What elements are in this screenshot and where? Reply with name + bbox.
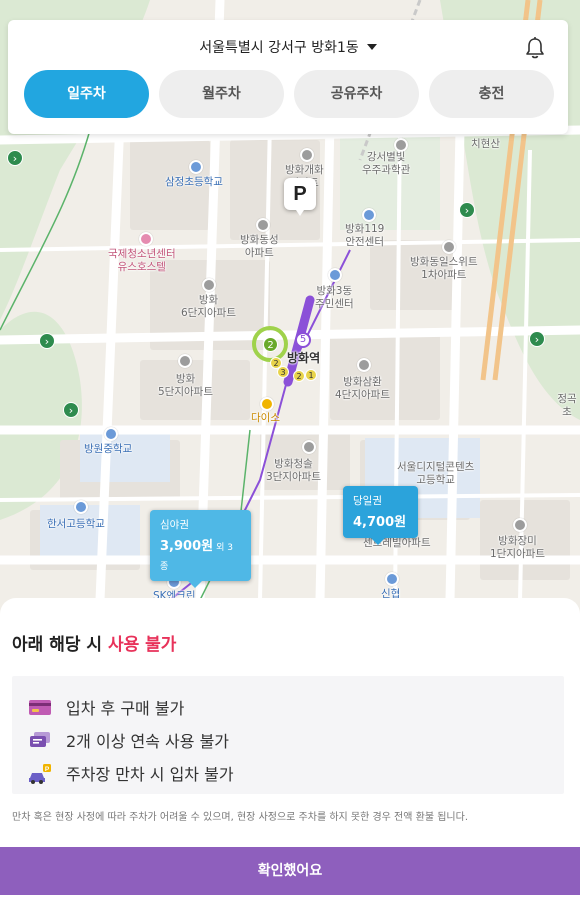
tab-shared-parking[interactable]: 공유주차 <box>294 70 419 118</box>
direction-arrow-icon: › <box>7 150 23 166</box>
rule-item: 입차 후 구매 불가 <box>28 690 564 723</box>
map-label: 방화장미 1단지아파트 <box>490 535 545 560</box>
apartment-icon <box>202 278 216 292</box>
map-label: 정곡초 <box>557 393 577 418</box>
sheet-title-highlight: 사용 불가 <box>107 635 177 655</box>
map-label: 방화동일스위트 1차아파트 <box>410 256 478 281</box>
price-marker-price: 4,700원 <box>353 515 407 530</box>
full-parking-car-icon: P <box>28 763 52 784</box>
direction-arrow-icon: › <box>63 402 79 418</box>
price-marker-price: 3,900원 <box>160 539 214 554</box>
direction-arrow-icon: › <box>39 333 55 349</box>
map-label: 국제청소년센터 유스호스텔 <box>108 248 176 273</box>
rule-text: 입차 후 구매 불가 <box>66 698 185 718</box>
rule-text: 2개 이상 연속 사용 불가 <box>66 731 230 751</box>
location-selector[interactable]: 서울특별시 강서구 방화1동 <box>8 37 568 57</box>
apartment-icon <box>300 148 314 162</box>
tab-charging[interactable]: 충전 <box>429 70 554 118</box>
line5-station-badge: 5 <box>295 332 311 348</box>
price-marker-type: 당일권 <box>353 495 382 507</box>
museum-icon <box>394 138 408 152</box>
apartment-icon <box>357 358 371 372</box>
confirm-button[interactable]: 확인했어요 <box>0 847 580 895</box>
school-icon <box>189 160 203 174</box>
tab-daily-parking[interactable]: 일주차 <box>24 70 149 118</box>
bank-icon <box>385 572 399 586</box>
price-marker-night[interactable]: 심야권 3,900원 외 3종 <box>150 510 251 588</box>
rule-text: 주차장 만차 시 입차 불가 <box>66 764 234 784</box>
school-icon <box>74 500 88 514</box>
sheet-title-prefix: 아래 해당 시 <box>12 635 103 655</box>
tickets-icon <box>28 731 52 749</box>
school-icon <box>104 427 118 441</box>
fire-station-icon <box>362 208 376 222</box>
map-label: 방화청솔 3단지아파트 <box>266 458 321 483</box>
refund-note: 만차 혹은 현장 사정에 따라 주차가 어려울 수 있으며, 현장 사정으로 주… <box>12 812 468 823</box>
top-card: 서울특별시 강서구 방화1동 일주차 월주차 공유주차 충전 <box>8 20 568 134</box>
map-label: 방원중학교 <box>84 443 133 455</box>
sheet-title: 아래 해당 시 사용 불가 <box>12 630 176 655</box>
hotel-icon <box>139 232 153 246</box>
map-label: 삼정초등학교 <box>165 176 223 188</box>
parking-marker[interactable]: P <box>284 178 316 216</box>
map-label: 방화동성 아파트 <box>240 234 279 259</box>
map-label: 방화삼환 4단지아파트 <box>335 376 390 401</box>
map-label: 방화119 안전센터 <box>345 223 385 248</box>
bell-icon[interactable] <box>524 36 546 60</box>
svg-text:P: P <box>45 765 50 772</box>
exit-badge: 3 <box>277 366 289 378</box>
location-label: 서울특별시 강서구 방화1동 <box>199 40 359 56</box>
tab-monthly-parking[interactable]: 월주차 <box>159 70 284 118</box>
map-label: 한서고등학교 <box>47 518 105 530</box>
apartment-icon <box>256 218 270 232</box>
exit-badge: 1 <box>305 369 317 381</box>
restriction-sheet: 아래 해당 시 사용 불가 입차 후 구매 불가 2개 이상 연속 사용 불가 … <box>0 598 580 911</box>
exit-badge: 2 <box>293 370 305 382</box>
map-label: 다이소 <box>251 412 280 424</box>
community-center-icon <box>328 268 342 282</box>
map-label: 치현산 <box>471 138 500 150</box>
rule-item: 2개 이상 연속 사용 불가 <box>28 723 564 756</box>
apartment-icon <box>302 440 316 454</box>
direction-arrow-icon: › <box>459 202 475 218</box>
caret-down-icon <box>366 44 377 50</box>
apartment-icon <box>178 354 192 368</box>
map-label: 방화역 <box>287 351 321 365</box>
map-label: 방화 5단지아파트 <box>158 373 213 398</box>
shop-icon <box>260 397 274 411</box>
line2-station-badge: 2 <box>263 337 278 352</box>
map-label: 방화 6단지아파트 <box>181 294 236 319</box>
apartment-icon <box>513 518 527 532</box>
parking-type-tabs: 일주차 월주차 공유주차 충전 <box>24 70 554 118</box>
price-marker-type: 심야권 <box>160 519 189 531</box>
credit-card-icon <box>28 698 52 716</box>
direction-arrow-icon: › <box>529 331 545 347</box>
map-label: 강서별빛 우주과학관 <box>362 151 411 176</box>
rules-list: 입차 후 구매 불가 2개 이상 연속 사용 불가 P 주차장 만차 시 입차 … <box>12 676 564 794</box>
price-marker-day[interactable]: 당일권 4,700원 <box>343 486 418 545</box>
map-label: 방화3동 주민센터 <box>315 285 354 310</box>
apartment-icon <box>442 240 456 254</box>
rule-item: P 주차장 만차 시 입차 불가 <box>28 756 564 789</box>
map-label: 서울디지털콘텐츠 고등학교 <box>397 461 475 486</box>
